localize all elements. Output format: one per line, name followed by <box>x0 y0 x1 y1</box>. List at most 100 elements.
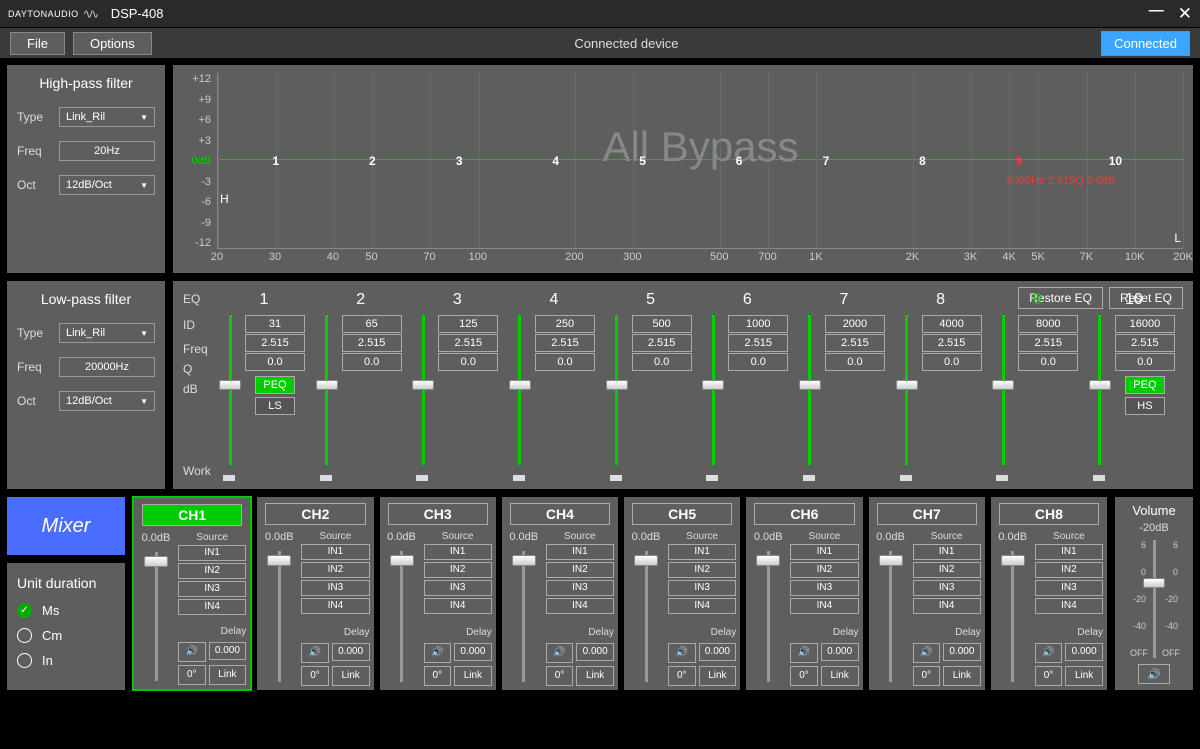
channel-select-button[interactable]: CH3 <box>388 503 488 525</box>
slider-thumb[interactable] <box>606 380 628 390</box>
channel-select-button[interactable]: CH7 <box>877 503 977 525</box>
channel-input-button[interactable]: IN1 <box>1035 544 1103 560</box>
channel-mute-button[interactable]: 🔊 <box>546 643 574 663</box>
channel-gain-slider[interactable] <box>645 551 648 682</box>
eq-q-input[interactable]: 2.515 <box>825 334 885 352</box>
channel-link-button[interactable]: Link <box>332 666 370 686</box>
slider-thumb[interactable] <box>799 380 821 390</box>
eq-shelf-button[interactable]: HS <box>1125 397 1165 415</box>
lpf-oct-select[interactable]: 12dB/Oct▼ <box>59 391 155 411</box>
channel-select-button[interactable]: CH5 <box>632 503 732 525</box>
channel-input-button[interactable]: IN2 <box>301 562 369 578</box>
eq-gain-slider[interactable] <box>221 315 239 465</box>
channel-phase-button[interactable]: 0° <box>424 666 452 686</box>
channel-input-button[interactable]: IN1 <box>546 544 614 560</box>
channel-input-button[interactable]: IN4 <box>668 598 736 614</box>
lpf-type-select[interactable]: Link_Ril▼ <box>59 323 155 343</box>
eq-gain-slider[interactable] <box>511 315 529 465</box>
channel-input-button[interactable]: IN4 <box>546 598 614 614</box>
slider-thumb[interactable] <box>1001 555 1025 566</box>
slider-thumb[interactable] <box>509 380 531 390</box>
slider-thumb[interactable] <box>267 555 291 566</box>
slider-thumb[interactable] <box>144 556 168 567</box>
eq-db-input[interactable]: 0.0 <box>1115 353 1175 371</box>
eq-q-input[interactable]: 2.515 <box>342 334 402 352</box>
eq-freq-input[interactable]: 125 <box>438 315 498 333</box>
eq-db-input[interactable]: 0.0 <box>1018 353 1078 371</box>
channel-link-button[interactable]: Link <box>1065 666 1103 686</box>
eq-graph[interactable]: +12+9+6+30dB-3-6-9-12 All Bypass H L 800… <box>172 64 1194 274</box>
channel-gain-slider[interactable] <box>889 551 892 682</box>
hpf-oct-select[interactable]: 12dB/Oct▼ <box>59 175 155 195</box>
channel-input-button[interactable]: IN3 <box>178 581 246 597</box>
channel-phase-button[interactable]: 0° <box>546 666 574 686</box>
channel-input-button[interactable]: IN3 <box>668 580 736 596</box>
eq-freq-input[interactable]: 31 <box>245 315 305 333</box>
eq-q-input[interactable]: 2.515 <box>922 334 982 352</box>
channel-link-button[interactable]: Link <box>943 666 981 686</box>
eq-freq-input[interactable]: 500 <box>632 315 692 333</box>
channel-phase-button[interactable]: 0° <box>301 666 329 686</box>
channel-delay-input[interactable]: 0.000 <box>943 643 981 661</box>
channel-mute-button[interactable]: 🔊 <box>913 643 941 663</box>
channel-gain-slider[interactable] <box>1011 551 1014 682</box>
channel-input-button[interactable]: IN4 <box>790 598 858 614</box>
eq-gain-slider[interactable] <box>414 315 432 465</box>
close-button[interactable]: ✕ <box>1178 4 1192 24</box>
eq-db-input[interactable]: 0.0 <box>922 353 982 371</box>
channel-delay-input[interactable]: 0.000 <box>576 643 614 661</box>
eq-gain-slider[interactable] <box>1091 315 1109 465</box>
eq-db-input[interactable]: 0.0 <box>728 353 788 371</box>
channel-input-button[interactable]: IN2 <box>1035 562 1103 578</box>
channel-input-button[interactable]: IN1 <box>913 544 981 560</box>
channel-mute-button[interactable]: 🔊 <box>790 643 818 663</box>
slider-thumb[interactable] <box>756 555 780 566</box>
graph-eq-node[interactable]: 3 <box>456 154 463 168</box>
slider-thumb[interactable] <box>896 380 918 390</box>
eq-gain-slider[interactable] <box>898 315 916 465</box>
channel-input-button[interactable]: IN3 <box>790 580 858 596</box>
channel-delay-input[interactable]: 0.000 <box>1065 643 1103 661</box>
channel-phase-button[interactable]: 0° <box>1035 666 1063 686</box>
channel-phase-button[interactable]: 0° <box>178 665 206 685</box>
channel-input-button[interactable]: IN3 <box>546 580 614 596</box>
unit-in-radio[interactable]: In <box>17 653 115 668</box>
channel-input-button[interactable]: IN4 <box>913 598 981 614</box>
hpf-freq-input[interactable]: 20Hz <box>59 141 155 161</box>
channel-input-button[interactable]: IN2 <box>913 562 981 578</box>
minimize-button[interactable]: — <box>1149 2 1164 19</box>
channel-input-button[interactable]: IN2 <box>790 562 858 578</box>
channel-input-button[interactable]: IN1 <box>668 544 736 560</box>
eq-q-input[interactable]: 2.515 <box>438 334 498 352</box>
channel-input-button[interactable]: IN2 <box>424 562 492 578</box>
channel-delay-input[interactable]: 0.000 <box>699 643 737 661</box>
channel-input-button[interactable]: IN4 <box>1035 598 1103 614</box>
eq-q-input[interactable]: 2.515 <box>728 334 788 352</box>
eq-q-input[interactable]: 2.515 <box>1115 334 1175 352</box>
channel-delay-input[interactable]: 0.000 <box>454 643 492 661</box>
eq-db-input[interactable]: 0.0 <box>535 353 595 371</box>
graph-eq-node[interactable]: 7 <box>823 154 830 168</box>
hpf-type-select[interactable]: Link_Ril▼ <box>59 107 155 127</box>
channel-gain-slider[interactable] <box>278 551 281 682</box>
channel-phase-button[interactable]: 0° <box>790 666 818 686</box>
eq-q-input[interactable]: 2.515 <box>1018 334 1078 352</box>
lpf-freq-input[interactable]: 20000Hz <box>59 357 155 377</box>
channel-gain-slider[interactable] <box>400 551 403 682</box>
graph-eq-node[interactable]: 8 <box>919 154 926 168</box>
eq-shelf-button[interactable]: LS <box>255 397 295 415</box>
channel-input-button[interactable]: IN3 <box>913 580 981 596</box>
slider-thumb[interactable] <box>634 555 658 566</box>
channel-delay-input[interactable]: 0.000 <box>332 643 370 661</box>
channel-gain-slider[interactable] <box>155 552 158 681</box>
channel-select-button[interactable]: CH4 <box>510 503 610 525</box>
channel-mute-button[interactable]: 🔊 <box>424 643 452 663</box>
slider-thumb[interactable] <box>219 380 241 390</box>
channel-select-button[interactable]: CH8 <box>999 503 1099 525</box>
channel-input-button[interactable]: IN2 <box>178 563 246 579</box>
graph-eq-node[interactable]: 10 <box>1109 154 1122 168</box>
eq-gain-slider[interactable] <box>318 315 336 465</box>
graph-eq-node[interactable]: 4 <box>552 154 559 168</box>
eq-peq-button[interactable]: PEQ <box>1125 376 1165 394</box>
channel-mute-button[interactable]: 🔊 <box>178 642 206 662</box>
